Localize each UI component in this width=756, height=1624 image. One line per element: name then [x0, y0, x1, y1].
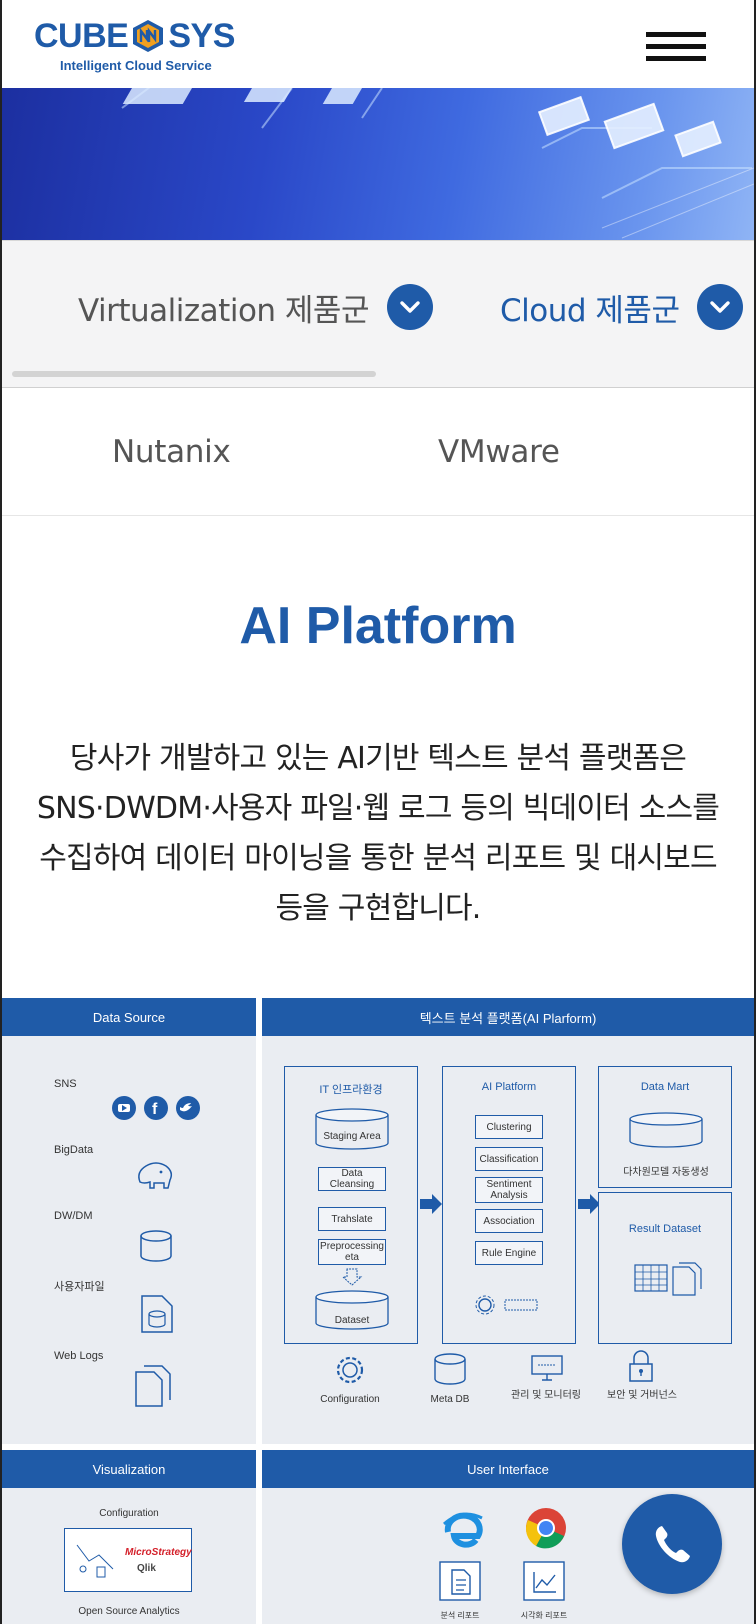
module-sentiment: Sentiment Analysis: [475, 1177, 543, 1203]
arrow-down-icon: [341, 1268, 363, 1286]
category-label: Cloud 제품군: [500, 292, 680, 329]
panel-title: Visualization: [2, 1450, 256, 1488]
step-label: Staging Area: [323, 1131, 381, 1142]
data-mart-caption: 다차원모델 자동생성: [623, 1167, 709, 1178]
social-icons: f: [112, 1096, 200, 1120]
meta-db-icon: [434, 1353, 466, 1385]
source-label: Web Logs: [54, 1350, 104, 1362]
frame-border-left: [0, 88, 2, 1624]
section-title: AI Platform: [239, 597, 517, 655]
documents-icon: [135, 1365, 171, 1407]
step-data-cleansing: Data Cleansing: [318, 1167, 386, 1191]
module-rule-engine: Rule Engine: [475, 1241, 543, 1265]
chart-report-icon: [523, 1561, 565, 1601]
hero-banner: [2, 88, 754, 240]
tab-nutanix[interactable]: Nutanix: [112, 434, 231, 470]
chevron-down-icon: [386, 284, 433, 330]
source-label: 사용자파일: [54, 1281, 105, 1293]
table-documents-icon: [634, 1262, 702, 1296]
phone-icon: [655, 1526, 690, 1563]
box-title: AI Platform: [481, 1081, 537, 1093]
panel-title: 텍스트 분석 플랫폼(AI Plarform): [262, 998, 754, 1036]
analytics-chart-icon: [76, 1544, 114, 1578]
gear-chip-icon: [475, 1295, 538, 1315]
box-title: IT 인프라환경: [319, 1084, 383, 1096]
logo-text-right: SYS: [168, 17, 235, 55]
module-classification: Classification: [475, 1147, 543, 1171]
cubesys-logo[interactable]: CUBE SYS Intelligent Cloud Service: [34, 18, 235, 73]
step-label: Dataset: [334, 1315, 370, 1326]
source-label: BigData: [54, 1144, 94, 1156]
data-source-panel: Data Source SNS f BigData DW/DM 사용자파일 We…: [2, 998, 256, 1444]
hamburger-icon: [646, 32, 706, 37]
step-translate: Trahslate: [318, 1207, 386, 1231]
visualization-panel: Visualization Configuration MicroStrateg…: [2, 1450, 256, 1624]
category-tab-cloud[interactable]: Cloud 제품군: [500, 283, 744, 331]
result-dataset-box: Result Dataset: [598, 1192, 732, 1344]
panel-title: User Interface: [262, 1450, 754, 1488]
product-sub-tabs: Nutanix VMware: [2, 388, 754, 516]
call-button[interactable]: [622, 1494, 722, 1594]
file-icon: [141, 1295, 173, 1333]
logo-tagline: Intelligent Cloud Service: [60, 58, 212, 73]
report-document-icon: [439, 1561, 481, 1601]
ui-item-label: 분석 리포트: [440, 1611, 480, 1620]
box-title: Result Dataset: [628, 1223, 702, 1235]
database-icon: [140, 1230, 172, 1262]
dataset-cylinder-icon: [315, 1290, 389, 1330]
step-preprocessing: Preprocessing eta: [318, 1239, 386, 1265]
it-infra-box: IT 인프라환경 Staging Area Data Cleansing Tra…: [284, 1066, 418, 1344]
logo-text-left: CUBE: [34, 17, 129, 55]
ai-platform-box: AI Platform Clustering Classification Se…: [442, 1066, 576, 1344]
configuration-gear-icon: [336, 1356, 364, 1384]
box-title: Data Mart: [640, 1081, 690, 1093]
data-mart-box: Data Mart 다차원모델 자동생성: [598, 1066, 732, 1188]
bi-tools-box: MicroStrategy Qlik: [64, 1528, 192, 1592]
svg-text:f: f: [152, 1101, 158, 1118]
viz-config-label: Configuration: [99, 1508, 159, 1519]
hadoop-elephant-icon: [138, 1162, 173, 1189]
module-association: Association: [475, 1209, 543, 1233]
flow-arrow-icon: [420, 1194, 442, 1214]
qlik-logo: Qlik: [137, 1563, 156, 1574]
hero-circuit-graphic: [121, 88, 754, 239]
monitor-icon: [531, 1355, 563, 1381]
ui-item-label: 시각화 리포트: [520, 1611, 568, 1620]
category-tab-bar: Virtualization 제품군 Cloud 제품군: [2, 240, 754, 388]
footer-label: Configuration: [320, 1394, 380, 1405]
horizontal-scrollbar[interactable]: [12, 371, 376, 377]
logo-badge-icon: [133, 20, 164, 52]
tab-vmware[interactable]: VMware: [438, 434, 560, 470]
category-label: Virtualization 제품군: [78, 292, 369, 329]
footer-label: 보안 및 거버넌스: [607, 1390, 677, 1401]
category-tab-virtualization[interactable]: Virtualization 제품군: [78, 283, 433, 331]
section-description: 당사가 개발하고 있는 AI기반 텍스트 분석 플랫폼은 SNS·DWDM·사용…: [36, 741, 720, 926]
open-source-label: Open Source Analytics: [78, 1606, 180, 1617]
site-header: CUBE SYS Intelligent Cloud Service: [0, 0, 756, 88]
panel-title: Data Source: [2, 998, 256, 1036]
microstrategy-logo: MicroStrategy: [125, 1547, 192, 1558]
flow-arrow-icon: [578, 1194, 600, 1214]
footer-label: Meta DB: [430, 1394, 470, 1405]
module-clustering: Clustering: [475, 1115, 543, 1139]
lock-icon: [629, 1350, 653, 1382]
chevron-down-icon: [697, 284, 744, 330]
data-mart-cylinder-icon: [629, 1112, 703, 1148]
source-label: DW/DM: [54, 1210, 93, 1222]
source-label: SNS: [54, 1078, 77, 1090]
text-analysis-platform-panel: 텍스트 분석 플랫폼(AI Plarform) IT 인프라환경 Staging…: [262, 998, 754, 1444]
internet-explorer-icon: [443, 1512, 483, 1548]
chrome-icon: [526, 1508, 566, 1549]
footer-label: 관리 및 모니터링: [511, 1390, 581, 1401]
menu-button[interactable]: [646, 30, 706, 64]
